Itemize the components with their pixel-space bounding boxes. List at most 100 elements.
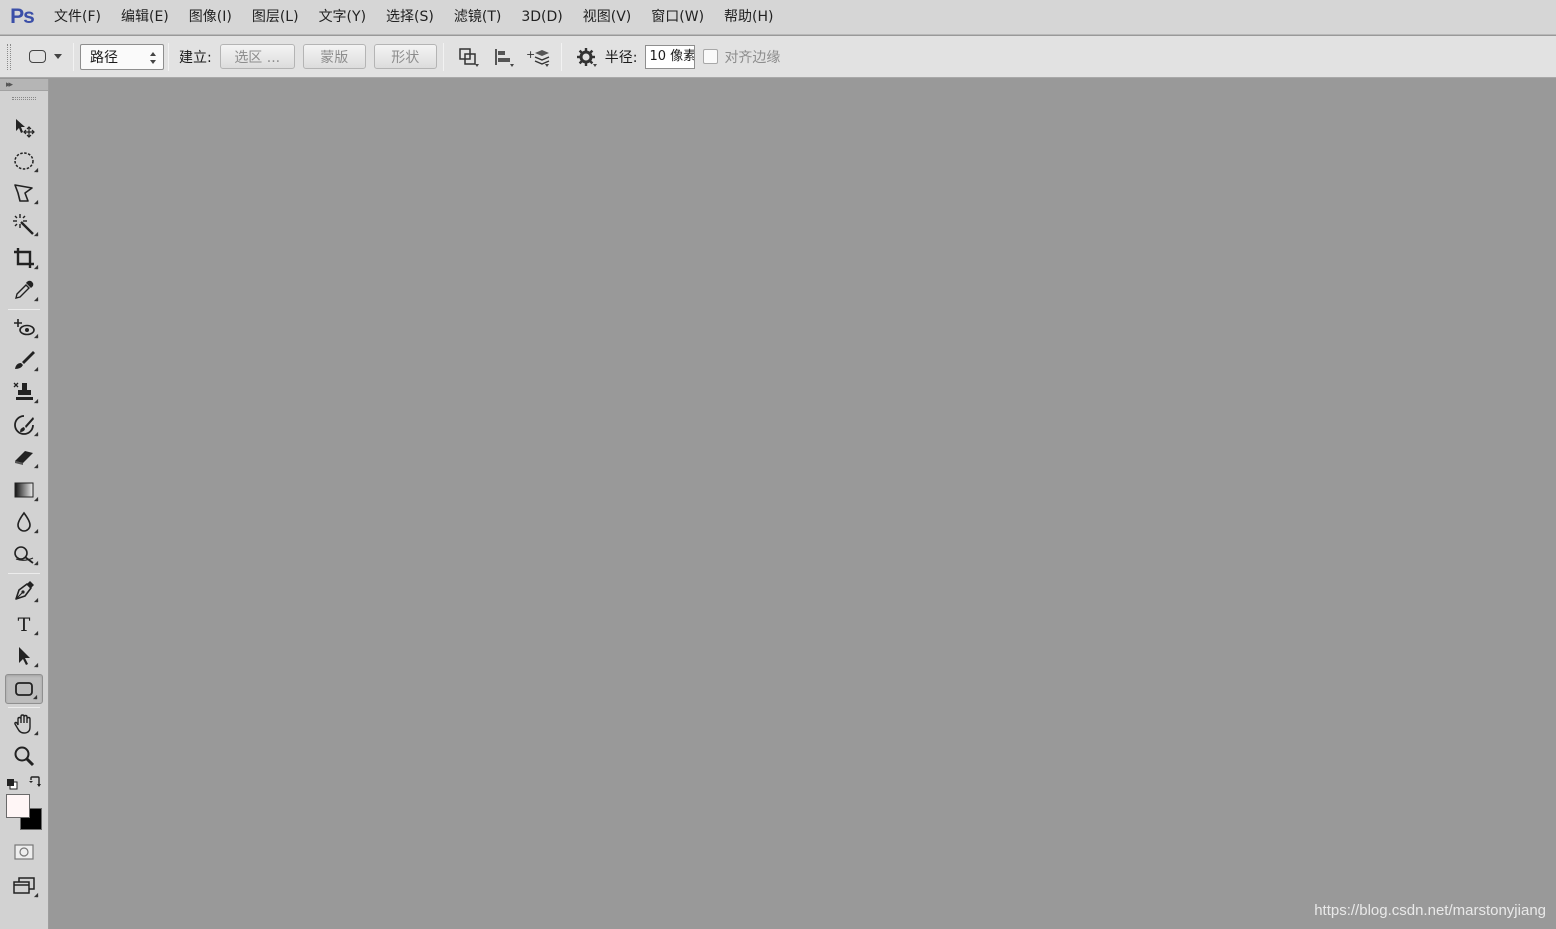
screen-mode-icon [13,877,35,894]
ellipse-marquee-icon [14,152,34,170]
tool-flyout-indicator-icon [32,694,38,700]
zoom-icon [14,746,35,767]
divider [8,573,40,574]
stamp-icon [13,382,33,400]
history-brush-icon [14,415,34,435]
svg-text:T: T [18,614,31,636]
history-brush-tool[interactable] [5,410,43,440]
menu-view[interactable]: 视图(V) [573,0,642,35]
tool-flyout-indicator-icon [33,366,39,372]
menu-filter[interactable]: 滤镜(T) [444,0,511,35]
spot-healing-tool[interactable] [5,312,43,342]
rounded-rectangle-tool[interactable] [5,674,43,704]
zoom-tool[interactable] [5,741,43,771]
menu-edit[interactable]: 编辑(E) [111,0,179,35]
divider [73,42,74,71]
hand-icon [14,714,31,734]
hand-tool[interactable] [5,709,43,739]
tool-flyout-indicator-icon [33,528,39,534]
tool-flyout-indicator-icon [33,730,39,736]
radius-input[interactable]: 10 像素 [645,44,696,69]
tool-flyout-indicator-icon [33,892,39,898]
gradient-icon [14,482,34,498]
eyedropper-icon [15,280,34,299]
type-tool[interactable]: T [5,609,43,639]
tool-flyout-indicator-icon [33,199,39,205]
crop-tool[interactable] [5,243,43,273]
tool-flyout-indicator-icon [33,463,39,469]
path-alignment-button[interactable] [488,42,518,72]
path-selection-arrow-icon [19,647,30,665]
menu-layer[interactable]: 图层(L) [242,0,309,35]
blur-tool[interactable] [5,507,43,537]
quick-mask-mode-button[interactable] [5,837,43,867]
path-selection-tool[interactable] [5,641,43,671]
align-edges-checkbox[interactable] [703,49,719,64]
type-icon: T [18,614,31,636]
divider [8,707,40,708]
dodge-icon [14,546,34,564]
menu-image[interactable]: 图像(I) [179,0,242,35]
brush-icon [15,351,35,369]
elliptical-marquee-tool[interactable] [5,146,43,176]
menu-bar: Ps 文件(F) 编辑(E) 图像(I) 图层(L) 文字(Y) 选择(S) 滤… [0,0,1556,35]
brush-tool[interactable] [5,345,43,375]
geometry-options-button[interactable] [571,42,601,72]
crop-icon [14,248,34,268]
dodge-tool[interactable] [5,539,43,569]
menu-3d[interactable]: 3D(D) [511,0,572,35]
chevron-down-icon [54,54,62,59]
tool-flyout-indicator-icon [33,398,39,404]
menu-select[interactable]: 选择(S) [376,0,444,35]
divider [8,309,40,310]
tool-flyout-indicator-icon [33,560,39,566]
menu-file[interactable]: 文件(F) [44,0,111,35]
tool-preset-picker[interactable] [29,42,69,72]
pen-tool[interactable] [5,576,43,606]
options-bar-grip[interactable] [7,43,11,70]
eyedropper-tool[interactable] [5,275,43,305]
path-operations-button[interactable] [453,42,483,72]
tool-flyout-indicator-icon [33,296,39,302]
tool-mode-select[interactable]: 路径 [80,43,164,70]
swap-colors-icon[interactable] [28,775,42,789]
path-arrangement-button[interactable]: + [523,42,553,72]
tool-flyout-indicator-icon [33,333,39,339]
move-tool[interactable] [5,113,43,143]
menu-help[interactable]: 帮助(H) [714,0,783,35]
tools-panel: ▸▸ T [0,79,49,929]
healing-brush-icon [14,319,35,336]
make-selection-button[interactable]: 选区 ... [219,44,295,69]
default-colors-icon[interactable] [6,778,18,790]
tools-panel-header[interactable]: ▸▸ [0,79,48,91]
tool-flyout-indicator-icon [33,264,39,270]
radius-label: 半径: [604,49,638,66]
tools-panel-grip[interactable] [12,97,36,100]
lasso-tool[interactable] [5,178,43,208]
quick-mask-icon [14,844,34,860]
document-workspace[interactable]: https://blog.csdn.net/marstonyjiang [50,79,1556,929]
updown-arrows-icon [150,51,157,64]
tool-flyout-indicator-icon [33,231,39,237]
divider [442,42,444,71]
align-edges-label: 对齐边缘 [724,49,781,66]
screen-mode-button[interactable] [5,871,43,901]
eraser-icon [15,451,33,465]
make-mask-button[interactable]: 蒙版 [302,44,366,69]
menu-type[interactable]: 文字(Y) [309,0,376,35]
options-bar: 路径 建立: 选区 ... 蒙版 形状 + 半径: 10 像素 对齐边缘 [0,36,1556,78]
watermark-text: https://blog.csdn.net/marstonyjiang [1314,902,1546,919]
blur-drop-icon [17,511,31,532]
chevron-down-icon [474,63,479,67]
divider [168,42,169,71]
color-swatches [4,774,46,836]
make-shape-button[interactable]: 形状 [373,44,437,69]
eraser-tool[interactable] [5,442,43,472]
gradient-tool[interactable] [5,475,43,505]
clone-stamp-tool[interactable] [5,377,43,407]
move-icon [16,119,35,138]
foreground-color-swatch[interactable] [6,794,30,818]
tool-flyout-indicator-icon [33,167,39,173]
quick-selection-tool[interactable] [5,210,43,240]
menu-window[interactable]: 窗口(W) [641,0,714,35]
